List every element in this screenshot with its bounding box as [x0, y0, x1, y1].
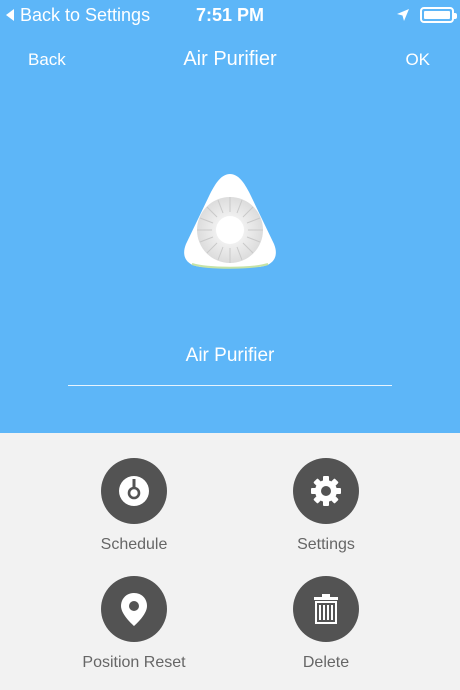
- delete-label: Delete: [302, 654, 350, 671]
- status-right-indicators: [396, 6, 457, 24]
- location-pin-icon: [121, 593, 147, 626]
- settings-circle: [293, 458, 359, 524]
- position-reset-button[interactable]: Position Reset: [34, 576, 234, 686]
- status-time: 7:51 PM: [195, 5, 265, 25]
- device-name-value: Air Purifier: [185, 345, 275, 366]
- schedule-circle: [101, 458, 167, 524]
- gear-icon: [311, 476, 341, 506]
- location-arrow-icon: [397, 9, 409, 21]
- header-area: Back to Settings 7:51 PM Back Air Purifi…: [0, 0, 460, 433]
- page-title: Air Purifier: [183, 48, 277, 70]
- settings-label: Settings: [297, 536, 355, 553]
- air-purifier-icon: [184, 174, 276, 269]
- battery-icon: [420, 7, 457, 23]
- delete-circle: [293, 576, 359, 642]
- device-name-field[interactable]: Air Purifier: [68, 340, 392, 386]
- trash-icon: [314, 594, 338, 624]
- delete-button[interactable]: Delete: [226, 576, 426, 686]
- status-bar: Back to Settings 7:51 PM: [0, 0, 460, 30]
- settings-button[interactable]: Settings: [226, 458, 426, 568]
- nav-bar: Back Air Purifier OK: [0, 40, 460, 82]
- schedule-button[interactable]: Schedule: [34, 458, 234, 568]
- clock-icon: [119, 476, 149, 506]
- ok-button[interactable]: OK: [405, 50, 430, 70]
- schedule-label: Schedule: [100, 536, 168, 553]
- position-reset-label: Position Reset: [82, 654, 186, 671]
- position-reset-circle: [101, 576, 167, 642]
